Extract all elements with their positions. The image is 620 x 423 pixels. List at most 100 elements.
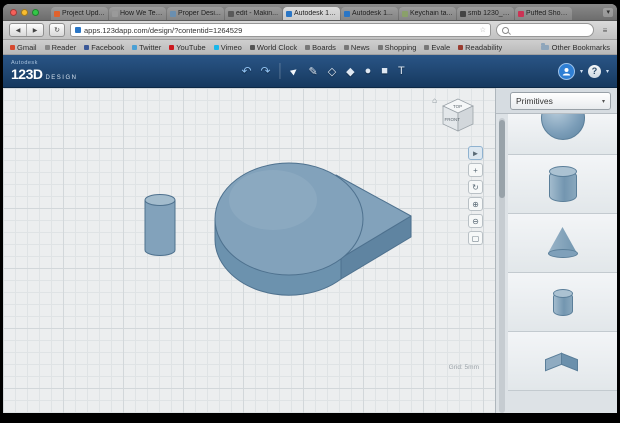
browser-tab[interactable]: How We Tes...	[109, 7, 166, 20]
search-input[interactable]	[496, 23, 594, 37]
toolbar-tool-button[interactable]: ●	[365, 65, 372, 77]
viewport-nav-button[interactable]: ↻	[468, 180, 483, 194]
model-cylinder-body[interactable]	[145, 200, 175, 256]
browser-tab[interactable]: Project Upd...	[51, 7, 108, 20]
bookmark-star-icon[interactable]: ☆	[480, 26, 486, 34]
back-button[interactable]: ◀	[10, 24, 26, 36]
bookmark-label: Boards	[312, 43, 336, 52]
bookmark-item[interactable]: Readability	[458, 43, 502, 52]
tab-favicon	[286, 11, 292, 17]
forward-button[interactable]: ▶	[26, 24, 43, 36]
tool-group: ✎ ◇ ◆ ● ■ T	[308, 65, 404, 78]
bookmark-item[interactable]: News	[344, 43, 370, 52]
bookmark-item[interactable]: Vimeo	[214, 43, 242, 52]
view-cube-top-label: TOP	[453, 104, 462, 109]
browser-tab[interactable]: smb 1230_C...	[457, 7, 514, 20]
account-caret-icon[interactable]: ▾	[580, 68, 583, 75]
redo-button[interactable]: ↷	[261, 64, 271, 78]
window-controls	[10, 9, 39, 16]
chevron-down-icon: ▾	[602, 98, 605, 105]
logo-suffix: DESIGN	[45, 75, 77, 81]
primitive-item[interactable]	[508, 214, 617, 273]
tab-title: How We Tes...	[120, 10, 163, 17]
view-cube[interactable]: TOP FRONT	[437, 95, 479, 137]
toolbar-tool-button[interactable]: ◆	[346, 65, 354, 78]
undo-button[interactable]: ↶	[241, 64, 251, 78]
tab-favicon	[402, 11, 408, 17]
bookmark-item[interactable]: Facebook	[84, 43, 124, 52]
other-bookmarks-label: Other Bookmarks	[552, 43, 610, 52]
header-right: ▾ ? ▾	[558, 63, 609, 80]
bookmark-label: Twitter	[139, 43, 161, 52]
bookmark-item[interactable]: World Clock	[250, 43, 297, 52]
help-button[interactable]: ?	[588, 65, 601, 78]
app-logo[interactable]: Autodesk 123D DESIGN	[11, 61, 77, 81]
bookmark-label: News	[351, 43, 370, 52]
site-favicon	[75, 27, 81, 33]
menu-icon[interactable]: ≡	[599, 26, 611, 35]
primitive-item[interactable]	[508, 332, 617, 391]
bookmark-item[interactable]: YouTube	[169, 43, 205, 52]
tab-title: Autodesk 12...	[294, 10, 337, 17]
panel-scrollbar[interactable]	[499, 118, 505, 413]
tab-favicon	[228, 11, 234, 17]
primitive-thumbnail	[545, 349, 581, 373]
model-cylinder-top[interactable]	[145, 195, 175, 206]
viewport-nav-strip: ► + ↻ ⊕ ⊖ ▢	[468, 146, 483, 245]
minimize-window-button[interactable]	[21, 9, 28, 16]
address-bar[interactable]: apps.123dapp.com/design/?contentid=12645…	[70, 23, 491, 37]
bookmark-item[interactable]: Reader	[45, 43, 77, 52]
browser-navigation-bar: ◀ ▶ ↻ apps.123dapp.com/design/?contentid…	[3, 21, 617, 40]
browser-tab[interactable]: Proper Desi...	[167, 7, 224, 20]
toolbar-tool-button[interactable]: ■	[381, 65, 388, 77]
primitive-item[interactable]	[508, 114, 617, 155]
select-cursor-tool[interactable]: ►	[287, 64, 302, 79]
bookmark-favicon	[424, 45, 429, 50]
model-layer	[3, 88, 495, 413]
bookmark-label: Evale	[431, 43, 450, 52]
browser-tab[interactable]: Autodesk 1...	[341, 7, 398, 20]
tab-favicon	[170, 11, 176, 17]
viewport-nav-button[interactable]: ▢	[468, 231, 483, 245]
bookmark-item[interactable]: Gmail	[10, 43, 37, 52]
toolbar-tool-button[interactable]: T	[398, 65, 405, 77]
bookmark-items: Gmail Reader Facebook Twitter	[10, 43, 502, 52]
primitive-thumbnail	[541, 114, 585, 140]
grid-status-text: Grid: 5mm	[449, 364, 479, 371]
toolbar-tool-button[interactable]: ✎	[308, 65, 317, 78]
viewport-nav-button[interactable]: ⊖	[468, 214, 483, 228]
viewport-nav-button[interactable]: +	[468, 163, 483, 177]
bookmark-favicon	[305, 45, 310, 50]
tab-title: Proper Desi...	[178, 10, 221, 17]
primitive-item[interactable]	[508, 155, 617, 214]
browser-tab[interactable]: Puffed Shou...	[515, 7, 572, 20]
browser-tab[interactable]: Keychain ta...	[399, 7, 456, 20]
bookmark-item[interactable]: Evale	[424, 43, 450, 52]
3d-viewport[interactable]: ⌂ TOP FRONT ► + ↻	[3, 88, 495, 413]
viewport-nav-button[interactable]: ⊕	[468, 197, 483, 211]
help-caret-icon[interactable]: ▾	[606, 68, 609, 75]
desktop-background: Project Upd... How We Tes... Proper Desi…	[0, 0, 620, 423]
other-bookmarks-button[interactable]: Other Bookmarks	[541, 43, 610, 52]
browser-tab[interactable]: Autodesk 12...	[283, 7, 340, 20]
tab-overflow-button[interactable]: ▾	[603, 8, 613, 17]
tab-title: smb 1230_C...	[468, 10, 511, 17]
zoom-window-button[interactable]	[32, 9, 39, 16]
close-window-button[interactable]	[10, 9, 17, 16]
reload-button[interactable]: ↻	[49, 23, 65, 37]
bookmark-item[interactable]: Twitter	[132, 43, 161, 52]
viewport-nav-button[interactable]: ►	[468, 146, 483, 160]
bookmark-label: Shopping	[385, 43, 417, 52]
bookmark-item[interactable]: Shopping	[378, 43, 417, 52]
panel-scrollbar-thumb[interactable]	[499, 120, 505, 198]
primitives-dropdown[interactable]: Primitives ▾	[510, 92, 611, 110]
model-disc-highlight	[229, 170, 317, 230]
tab-favicon	[460, 11, 466, 17]
search-icon	[502, 27, 509, 34]
toolbar-tool-button[interactable]: ◇	[328, 65, 336, 78]
browser-tab[interactable]: edit - Makin...	[225, 7, 282, 20]
primitive-item[interactable]	[508, 273, 617, 332]
bookmark-favicon	[45, 45, 50, 50]
bookmark-item[interactable]: Boards	[305, 43, 336, 52]
user-avatar[interactable]	[558, 63, 575, 80]
